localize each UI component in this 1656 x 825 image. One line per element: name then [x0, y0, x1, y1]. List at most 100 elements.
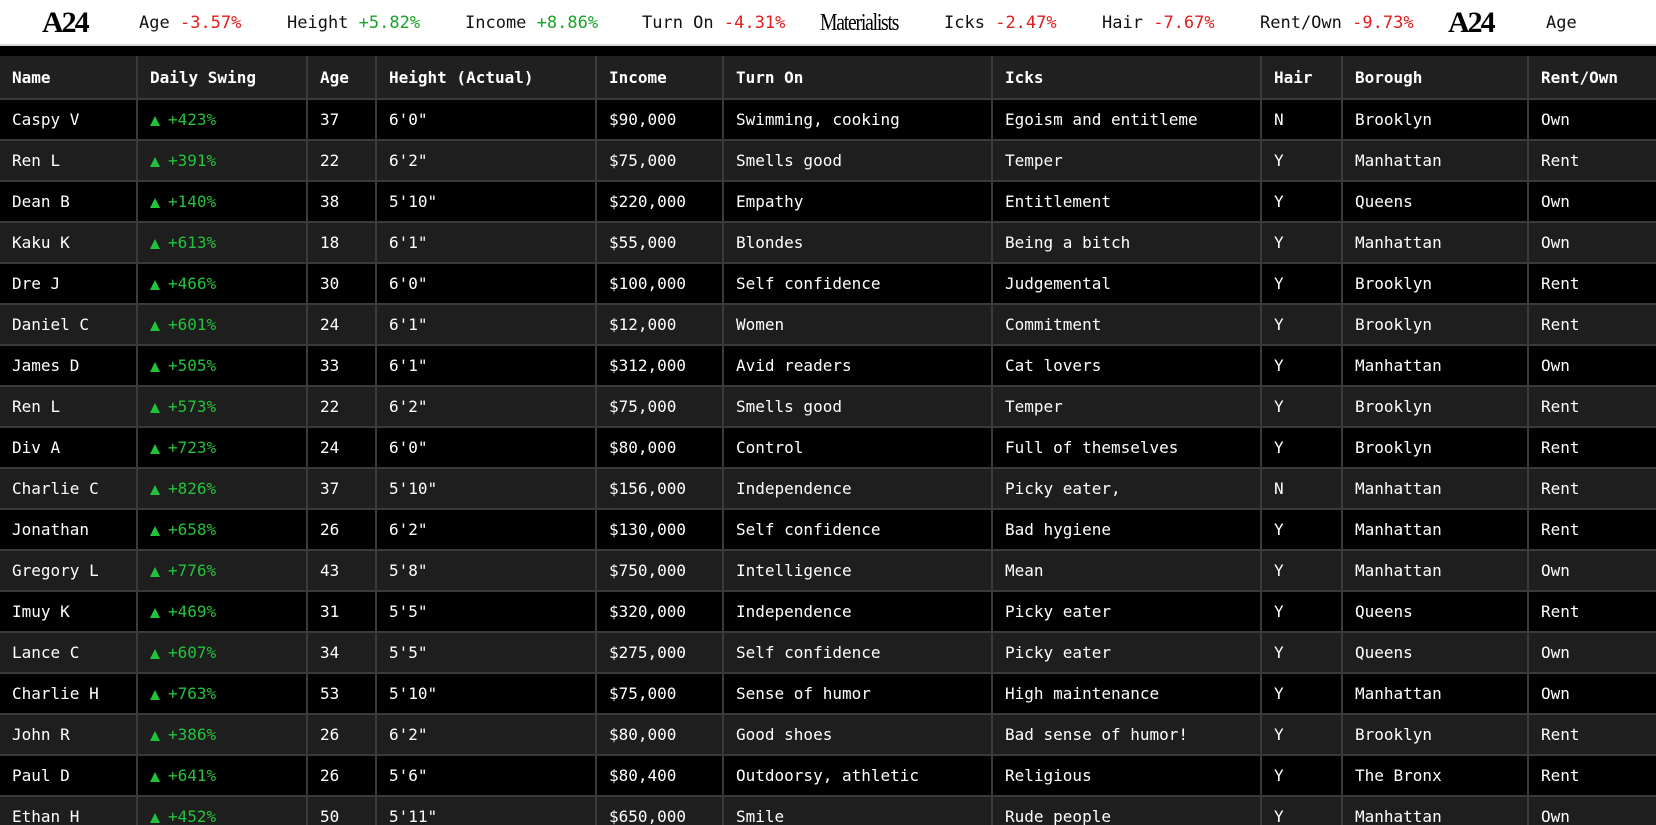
- income-cell: $80,400: [596, 755, 724, 797]
- column-header[interactable]: Rent/Own: [1528, 56, 1656, 100]
- up-triangle-icon: [150, 116, 160, 126]
- column-header[interactable]: Age: [307, 56, 377, 100]
- income-cell: $275,000: [596, 632, 724, 674]
- borough-cell: Manhattan: [1342, 796, 1529, 825]
- daily-swing-value: +386%: [168, 725, 217, 744]
- daily-swing-value: +140%: [168, 192, 217, 211]
- name-cell: Ren L: [0, 140, 138, 182]
- up-triangle-icon: [150, 690, 160, 700]
- icks-cell: Entitlement: [992, 181, 1262, 223]
- table-row[interactable]: Lance C +607% 34 5'5" $275,000 Self confidenc…: [0, 632, 1656, 674]
- income-cell: $75,000: [596, 140, 724, 182]
- table-row[interactable]: Gregory L +776% 43 5'8" $750,000 Intelligence…: [0, 550, 1656, 592]
- income-cell: $130,000: [596, 509, 724, 551]
- name-cell: Kaku K: [0, 222, 138, 264]
- table-row[interactable]: Ren L +391% 22 6'2" $75,000 Smells good Temper…: [0, 140, 1656, 182]
- daily-swing-cell: +641%: [137, 755, 308, 797]
- borough-cell: The Bronx: [1342, 755, 1529, 797]
- hair-cell: Y: [1261, 755, 1343, 797]
- table-row[interactable]: Dre J +466% 30 6'0" $100,000 Self confidence J…: [0, 263, 1656, 305]
- borough-cell: Manhattan: [1342, 550, 1529, 592]
- table-row[interactable]: Ren L +573% 22 6'2" $75,000 Smells good Temper…: [0, 386, 1656, 428]
- ticker-stat: Height +5.82%: [287, 0, 420, 44]
- column-header[interactable]: Name: [0, 56, 138, 100]
- up-triangle-icon: [150, 485, 160, 495]
- daily-swing-value: +391%: [168, 151, 217, 170]
- height-cell: 6'2": [376, 386, 597, 428]
- age-cell: 34: [307, 632, 377, 674]
- icks-cell: Full of themselves: [992, 427, 1262, 469]
- hair-cell: Y: [1261, 304, 1343, 346]
- ticker-stat-value: -2.47%: [995, 13, 1057, 33]
- table-row[interactable]: Ethan H +452% 50 5'11" $650,000 Smile Rude peo…: [0, 796, 1656, 825]
- age-cell: 38: [307, 181, 377, 223]
- table-row[interactable]: Kaku K +613% 18 6'1" $55,000 Blondes Being a b…: [0, 222, 1656, 264]
- name-cell: Gregory L: [0, 550, 138, 592]
- column-header[interactable]: Hair: [1261, 56, 1343, 100]
- height-cell: 5'10": [376, 468, 597, 510]
- hair-cell: Y: [1261, 632, 1343, 674]
- height-cell: 6'0": [376, 427, 597, 469]
- borough-cell: Manhattan: [1342, 509, 1529, 551]
- daily-swing-cell: +763%: [137, 673, 308, 715]
- ticker-stat: Age: [1546, 0, 1577, 44]
- table-row[interactable]: Jonathan +658% 26 6'2" $130,000 Self confiden…: [0, 509, 1656, 551]
- ticker-stat-label: Height: [287, 13, 349, 33]
- daily-swing-cell: +386%: [137, 714, 308, 756]
- column-header[interactable]: Height (Actual): [376, 56, 597, 100]
- age-cell: 37: [307, 99, 377, 141]
- borough-cell: Queens: [1342, 591, 1529, 633]
- up-triangle-icon: [150, 403, 160, 413]
- height-cell: 6'2": [376, 714, 597, 756]
- table-row[interactable]: Charlie C +826% 37 5'10" $156,000 Independenc…: [0, 468, 1656, 510]
- income-cell: $90,000: [596, 99, 724, 141]
- height-cell: 5'11": [376, 796, 597, 825]
- column-header[interactable]: Turn On: [723, 56, 993, 100]
- up-triangle-icon: [150, 731, 160, 741]
- rent-own-cell: Rent: [1528, 509, 1656, 551]
- borough-cell: Brooklyn: [1342, 386, 1529, 428]
- daily-swing-cell: +466%: [137, 263, 308, 305]
- column-header[interactable]: Income: [596, 56, 724, 100]
- name-cell: Charlie H: [0, 673, 138, 715]
- daily-swing-value: +776%: [168, 561, 217, 580]
- table-header-row: Name Daily Swing Age Height (Actual) Income T…: [0, 56, 1656, 100]
- hair-cell: Y: [1261, 181, 1343, 223]
- borough-cell: Queens: [1342, 632, 1529, 674]
- borough-cell: Brooklyn: [1342, 714, 1529, 756]
- stats-ticker: A24 Age -3.57% Height +5.82% Income +8.86% T…: [0, 0, 1656, 46]
- height-cell: 5'6": [376, 755, 597, 797]
- table-row[interactable]: Caspy V +423% 37 6'0" $90,000 Swimming, cooki…: [0, 99, 1656, 141]
- icks-cell: Bad sense of humor!: [992, 714, 1262, 756]
- table-row[interactable]: Imuy K +469% 31 5'5" $320,000 Independence Pic…: [0, 591, 1656, 633]
- a24-logo: A24: [42, 6, 90, 39]
- table-row[interactable]: Charlie H +763% 53 5'10" $75,000 Sense of hum…: [0, 673, 1656, 715]
- table-row[interactable]: Dean B +140% 38 5'10" $220,000 Empathy Entitle…: [0, 181, 1656, 223]
- table-row[interactable]: Daniel C +601% 24 6'1" $12,000 Women Commitmen…: [0, 304, 1656, 346]
- daily-swing-cell: +723%: [137, 427, 308, 469]
- table-row[interactable]: James D +505% 33 6'1" $312,000 Avid readers Ca…: [0, 345, 1656, 387]
- daily-swing-cell: +776%: [137, 550, 308, 592]
- column-header[interactable]: Borough: [1342, 56, 1529, 100]
- contestant-table-container[interactable]: Name Daily Swing Age Height (Actual) Income T…: [0, 56, 1656, 825]
- hair-cell: Y: [1261, 796, 1343, 825]
- rent-own-cell: Rent: [1528, 304, 1656, 346]
- daily-swing-cell: +505%: [137, 345, 308, 387]
- daily-swing-value: +826%: [168, 479, 217, 498]
- icks-cell: Religious: [992, 755, 1262, 797]
- table-row[interactable]: Paul D +641% 26 5'6" $80,400 Outdoorsy, athle…: [0, 755, 1656, 797]
- income-cell: $220,000: [596, 181, 724, 223]
- rent-own-cell: Own: [1528, 796, 1656, 825]
- column-header[interactable]: Icks: [992, 56, 1262, 100]
- column-header[interactable]: Daily Swing: [137, 56, 308, 100]
- borough-cell: Brooklyn: [1342, 304, 1529, 346]
- height-cell: 6'1": [376, 222, 597, 264]
- icks-cell: Judgemental: [992, 263, 1262, 305]
- ticker-stat-value: -3.57%: [179, 13, 242, 33]
- name-cell: Ren L: [0, 386, 138, 428]
- age-cell: 53: [307, 673, 377, 715]
- turn-on-cell: Good shoes: [723, 714, 993, 756]
- table-row[interactable]: John R +386% 26 6'2" $80,000 Good shoes Bad se…: [0, 714, 1656, 756]
- table-row[interactable]: Div A +723% 24 6'0" $80,000 Control Full of th…: [0, 427, 1656, 469]
- name-cell: Lance C: [0, 632, 138, 674]
